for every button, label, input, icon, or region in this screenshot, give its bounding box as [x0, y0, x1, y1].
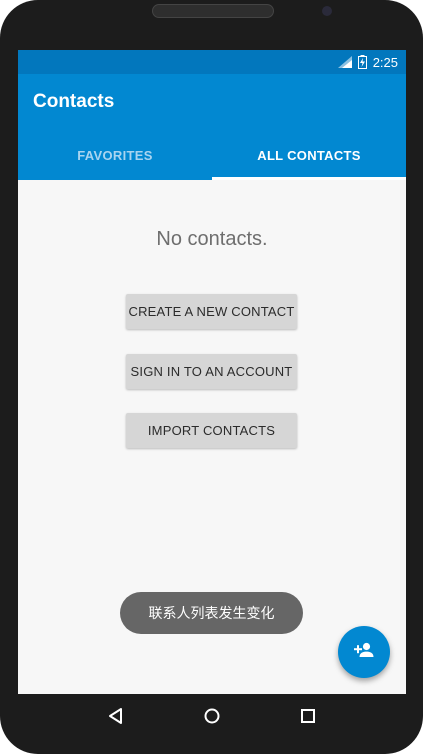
signal-icon [337, 56, 352, 68]
phone-frame: 2:25 Contacts FAVORITES ALL CONTACTS No … [0, 0, 423, 754]
toast-message: 联系人列表发生变化 [120, 592, 303, 634]
home-icon [203, 707, 221, 730]
back-button[interactable] [96, 698, 136, 738]
speaker-grille [152, 4, 274, 18]
recents-icon [300, 708, 316, 729]
battery-charging-icon [357, 55, 367, 69]
status-time: 2:25 [372, 54, 398, 70]
recents-button[interactable] [288, 698, 328, 738]
import-contacts-button[interactable]: IMPORT CONTACTS [126, 413, 297, 448]
navigation-bar [18, 694, 406, 742]
home-button[interactable] [192, 698, 232, 738]
add-person-icon [352, 638, 376, 667]
create-new-contact-button[interactable]: CREATE A NEW CONTACT [126, 294, 297, 329]
tab-all-contacts[interactable]: ALL CONTACTS [212, 130, 406, 180]
back-icon [107, 707, 125, 730]
empty-state-text: No contacts. [156, 228, 268, 250]
status-bar: 2:25 [18, 50, 406, 74]
tab-bar: FAVORITES ALL CONTACTS [18, 130, 406, 180]
screen: 2:25 Contacts FAVORITES ALL CONTACTS No … [18, 50, 406, 694]
page-title: Contacts [33, 91, 115, 112]
front-camera [322, 6, 332, 16]
tab-favorites[interactable]: FAVORITES [18, 130, 212, 180]
app-bar: Contacts FAVORITES ALL CONTACTS [18, 74, 406, 180]
sign-in-account-button[interactable]: SIGN IN TO AN ACCOUNT [126, 354, 297, 389]
contacts-content: No contacts. CREATE A NEW CONTACT SIGN I… [18, 180, 406, 694]
add-contact-fab[interactable] [338, 626, 390, 678]
